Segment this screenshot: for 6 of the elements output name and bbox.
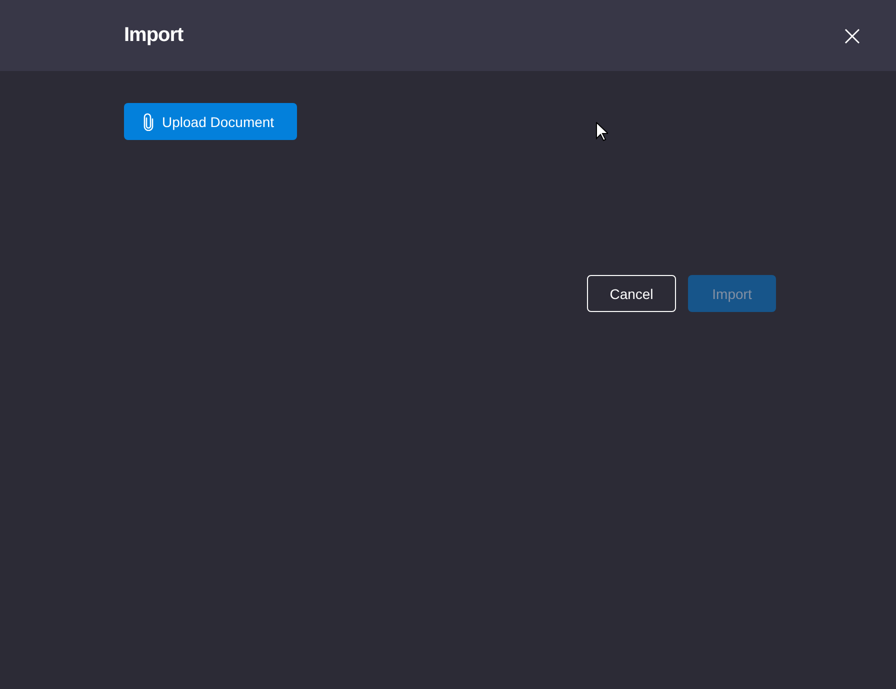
cancel-button[interactable]: Cancel: [587, 275, 676, 312]
close-button[interactable]: ×: [836, 22, 868, 50]
paperclip-icon: [143, 112, 154, 130]
upload-button[interactable]: Upload Document: [124, 103, 297, 140]
dialog-title: Import: [124, 24, 184, 47]
mouse-cursor-icon: [596, 122, 608, 141]
